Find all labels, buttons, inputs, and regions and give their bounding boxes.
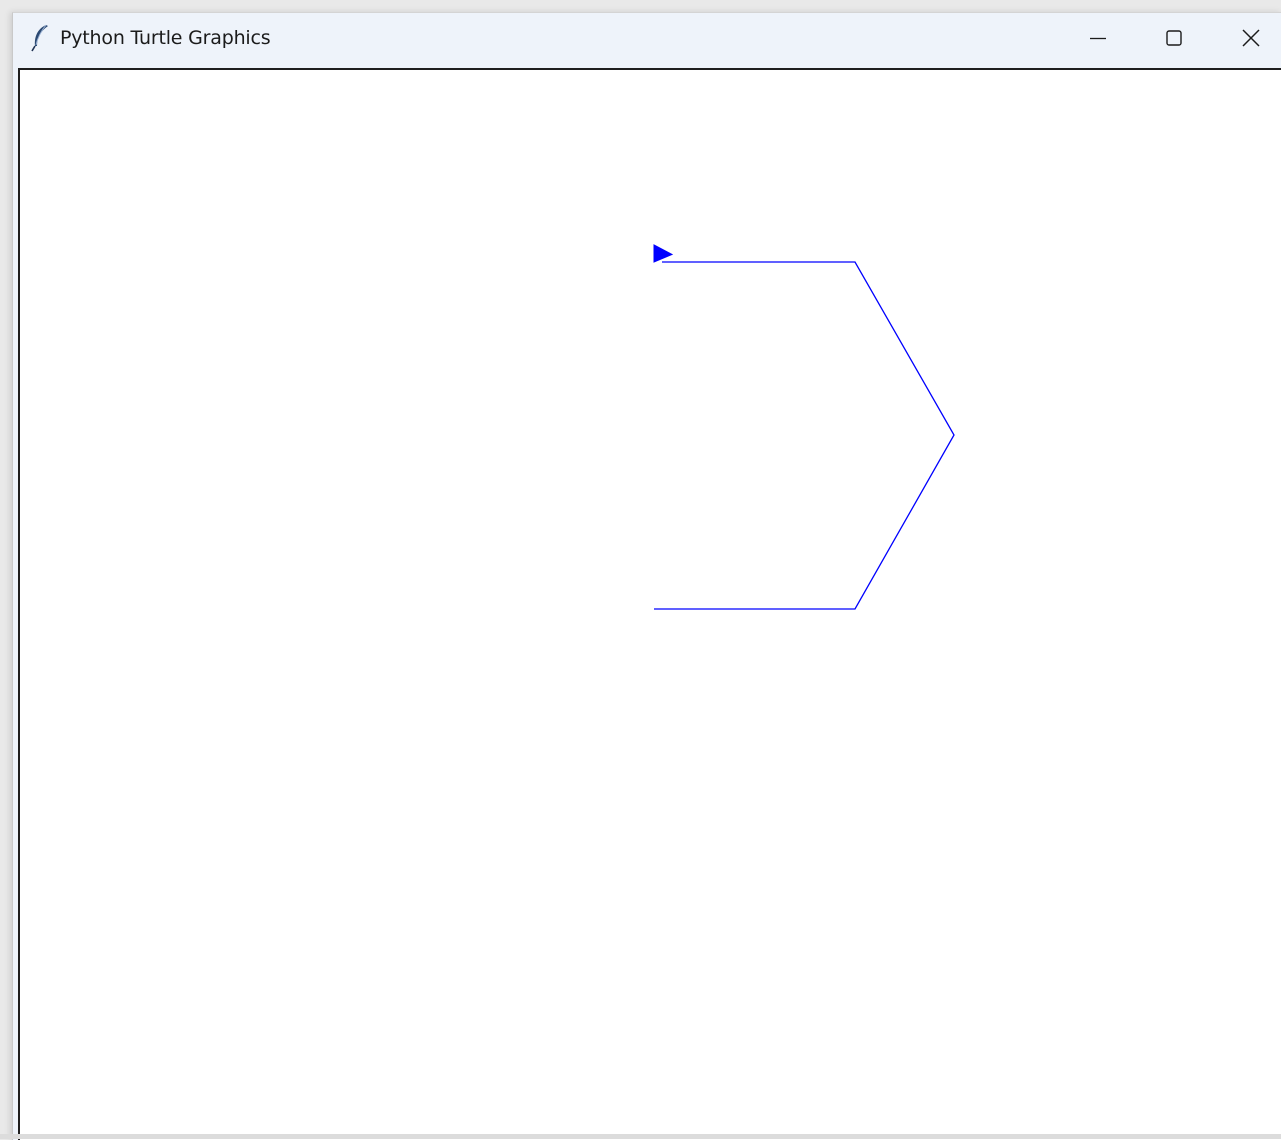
close-button[interactable]	[1212, 13, 1281, 63]
window-title: Python Turtle Graphics	[60, 27, 271, 49]
close-icon	[1241, 28, 1261, 48]
pen-path	[654, 261, 955, 610]
minimize-icon	[1089, 29, 1107, 47]
turtle-cursor	[653, 244, 674, 263]
minimize-button[interactable]	[1060, 13, 1136, 63]
maximize-icon	[1165, 29, 1183, 47]
feather-icon	[29, 24, 51, 52]
drawing-surface	[653, 244, 955, 610]
title-bar[interactable]: Python Turtle Graphics	[13, 13, 1281, 65]
turtle-canvas[interactable]	[18, 68, 1281, 1140]
maximize-button[interactable]	[1136, 13, 1212, 63]
turtle-window: Python Turtle Graphics	[12, 12, 1281, 1140]
window-bottom-edge	[0, 1134, 1281, 1139]
